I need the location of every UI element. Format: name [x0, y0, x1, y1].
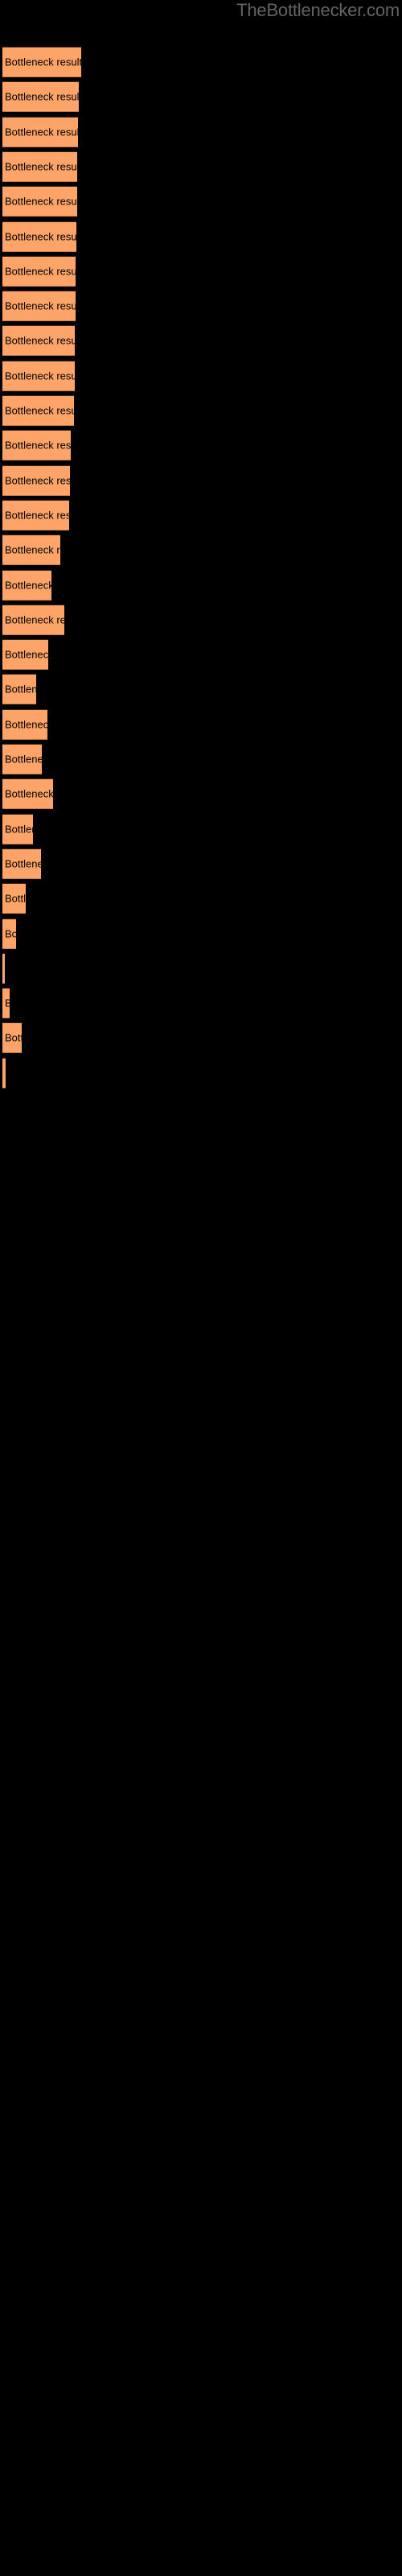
bar: Bottleneck result: [2, 639, 49, 671]
bar: Bottleneck result: [2, 255, 76, 287]
bar: Bottleneck result: [2, 395, 75, 426]
bar-label: Bottleneck result: [5, 439, 72, 452]
bar: Bottleneck result: [2, 604, 65, 635]
bar-label: Bottleneck result: [5, 509, 69, 522]
bar-label: Bottleneck result: [5, 56, 81, 68]
bar: Bottleneck result: [2, 883, 26, 914]
bar: Bottleneck result: [2, 744, 42, 774]
bar-label: Bottleneck result: [5, 823, 33, 836]
bar-label: Bottleneck result: [5, 997, 10, 1009]
bar: Bottleneck result: [2, 116, 79, 147]
bar: Bottleneck result: [2, 1022, 22, 1054]
bar-label: Bottleneck result: [5, 1031, 22, 1044]
bar: Bottleneck result: [2, 569, 52, 601]
bar-label: Bottleneck result: [5, 90, 80, 103]
bar-label: Bottleneck result: [5, 579, 52, 591]
bar: Bottleneck result: [2, 221, 77, 252]
bar-label: Bottleneck result: [5, 265, 76, 278]
bar: Bottleneck result: [2, 674, 36, 705]
bar-label: Bottleneck result: [5, 230, 77, 242]
bar-label: Bottleneck result: [5, 369, 76, 382]
bar: Bottleneck result: [2, 325, 76, 357]
bar-label: Bottleneck result: [5, 718, 47, 731]
bar: Bottleneck result: [2, 291, 76, 322]
bar-label: Bottleneck result: [5, 683, 36, 696]
bar: Bottleneck result: [2, 47, 81, 77]
bar: Bottleneck result: [2, 988, 10, 1019]
bar-label: Bottleneck result: [5, 334, 76, 347]
bar: Bottleneck result: [2, 813, 33, 844]
bar: Bottleneck result: [2, 464, 71, 496]
bar-label: Bottleneck result: [5, 299, 76, 312]
bar-label: Bottleneck result: [5, 195, 78, 208]
bar-label: Bottleneck result: [5, 613, 64, 626]
bar: Bottleneck result: [2, 81, 80, 113]
bar-label: Bottleneck result: [5, 126, 79, 138]
bar-label: Bottleneck result: [5, 474, 71, 487]
bar-label: Bottleneck result: [5, 892, 26, 905]
bar-label: Bottleneck result: [5, 160, 78, 173]
bar-label: Bottleneck result: [5, 404, 74, 417]
bar-label: Bottleneck result: [5, 543, 60, 556]
bar: Bottleneck result: [2, 430, 72, 461]
bar: Bottleneck result: [2, 186, 78, 217]
bar-label: Bottleneck result: [5, 648, 49, 661]
bar: Bottleneck result: [2, 708, 48, 740]
bar-label: Bottleneck result: [5, 753, 42, 766]
bar-label: Bottleneck result: [5, 927, 16, 939]
bar-label: Bottleneck result: [5, 787, 54, 800]
bar: Bottleneck result: [2, 151, 78, 182]
bar: Bottleneck result: [2, 778, 54, 810]
bar: Bottleneck result: [2, 1057, 6, 1088]
bar-label: Bottleneck result: [5, 1067, 6, 1079]
bar: Bottleneck result: [2, 848, 41, 879]
bar: Bottleneck result: [2, 952, 5, 984]
bar-label: Bottleneck result: [5, 857, 41, 870]
bar: Bottleneck result: [2, 918, 16, 949]
bar: Bottleneck result: [2, 499, 70, 530]
bar: Bottleneck result: [2, 360, 76, 391]
bottleneck-bar-chart: Bottleneck result Bottleneck result Bottle…: [0, 0, 402, 2576]
bar: Bottleneck result: [2, 535, 61, 566]
